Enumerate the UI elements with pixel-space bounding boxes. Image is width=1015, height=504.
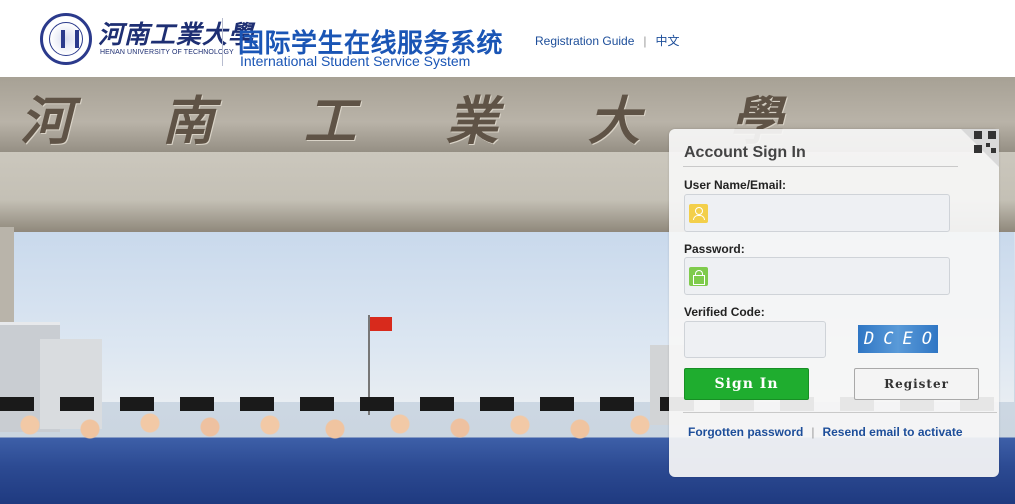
user-icon [689,204,708,223]
username-label: User Name/Email: [684,178,787,192]
account-links: Forgotten password | Resend email to activ… [688,425,963,439]
verified-code-field[interactable] [684,321,826,358]
sign-in-button[interactable]: Sign In [684,368,809,400]
verified-code-input[interactable] [685,322,825,357]
username-input[interactable] [712,195,948,231]
links-divider [683,412,997,413]
password-field[interactable] [684,257,950,295]
resend-activation-link[interactable]: Resend email to activate [822,425,962,439]
site-header: 河南工業大學 HENAN UNIVERSITY OF TECHNOLOGY 国际… [0,0,1015,77]
system-title-en: International Student Service System [240,53,471,69]
username-field[interactable] [684,194,950,232]
header-divider [222,18,223,66]
registration-guide-link[interactable]: Registration Guide [535,34,634,48]
qr-code-icon[interactable] [961,129,999,167]
links-separator: | [811,425,815,439]
forgotten-password-link[interactable]: Forgotten password [688,425,803,439]
nav-separator: | [643,34,647,48]
header-nav: Registration Guide | 中文 [535,32,680,49]
university-name-en: HENAN UNIVERSITY OF TECHNOLOGY [100,49,234,56]
flag [370,317,392,331]
captcha-image[interactable]: DCEO [858,325,938,353]
login-panel: Account Sign In User Name/Email: Passwor… [669,129,999,477]
university-name-cn: 河南工業大學 [98,20,255,49]
language-switch-link[interactable]: 中文 [656,34,680,48]
university-seal-icon[interactable] [40,13,92,65]
password-input[interactable] [712,258,948,294]
register-button[interactable]: Register [854,368,979,400]
login-title: Account Sign In [684,144,806,161]
verified-code-label: Verified Code: [684,305,765,319]
lock-icon [689,267,708,286]
title-divider [683,166,958,167]
password-label: Password: [684,242,745,256]
